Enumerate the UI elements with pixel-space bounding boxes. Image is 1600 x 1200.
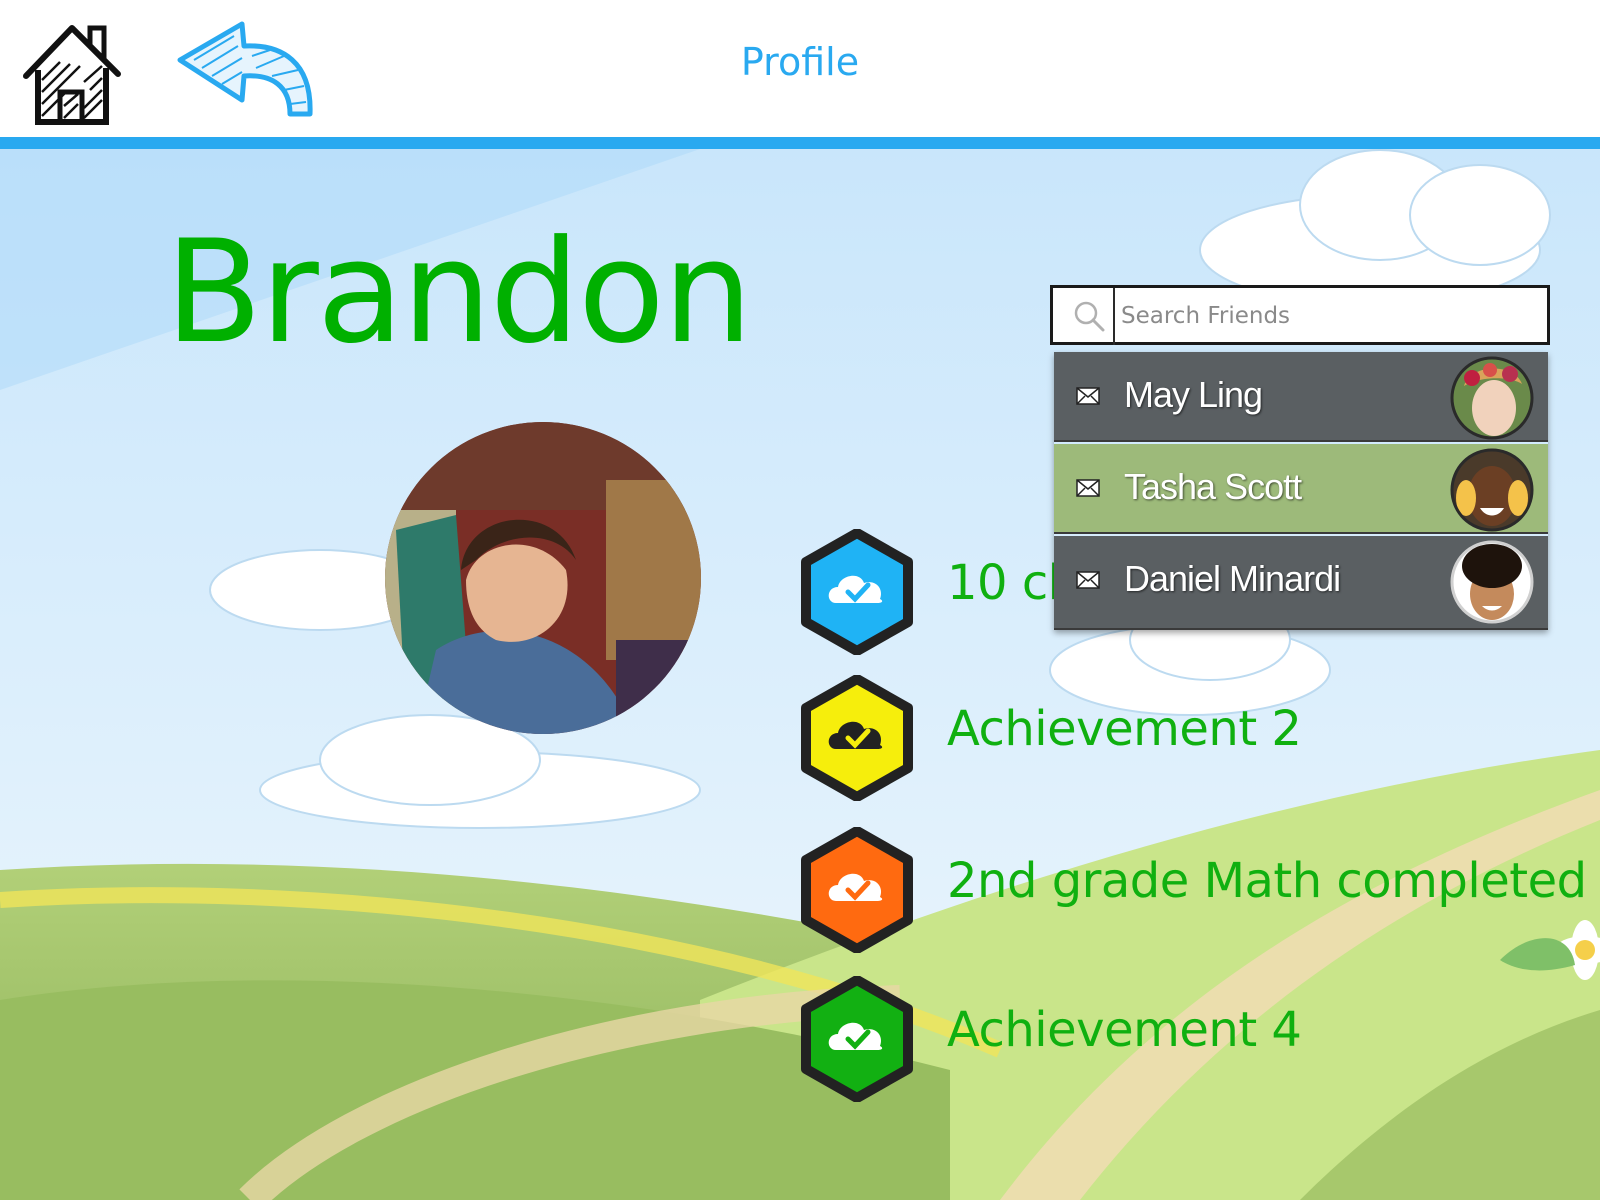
achievement-item: Achievement 4 <box>800 976 1560 1106</box>
friend-avatar <box>1450 448 1534 532</box>
search-friends-input[interactable] <box>1117 292 1545 340</box>
friend-list: May Ling Tasha Scott Daniel Minardi <box>1054 352 1548 630</box>
achievement-label: Achievement 4 <box>947 1002 1302 1058</box>
achievement-item: 2nd grade Math completed <box>800 827 1587 957</box>
friend-row[interactable]: Daniel Minardi <box>1054 536 1548 630</box>
achievement-badge <box>801 675 913 801</box>
achievement-badge <box>801 529 913 655</box>
friend-name: Daniel Minardi <box>1124 558 1341 599</box>
achievement-label: Achievement 2 <box>947 701 1302 757</box>
top-bar: Profile <box>0 0 1600 149</box>
friend-search-box <box>1050 285 1550 345</box>
friend-avatar <box>1450 540 1534 624</box>
avatar <box>385 422 701 734</box>
achievement-badge <box>801 976 913 1102</box>
achievement-item: Achievement 2 <box>800 675 1560 805</box>
mail-icon[interactable] <box>1076 478 1100 498</box>
profile-name: Brandon <box>165 210 753 375</box>
achievement-badge <box>801 827 913 953</box>
mail-icon[interactable] <box>1076 570 1100 590</box>
achievement-label: 2nd grade Math completed <box>947 853 1587 909</box>
friend-row[interactable]: May Ling <box>1054 352 1548 442</box>
profile-screen: Profile Brandon 10 challenges completed <box>0 0 1600 1200</box>
friend-avatar <box>1450 356 1534 440</box>
search-divider <box>1113 288 1115 345</box>
friend-name: May Ling <box>1124 374 1263 415</box>
mail-icon[interactable] <box>1076 386 1100 406</box>
friend-name: Tasha Scott <box>1124 466 1302 507</box>
page-title: Profile <box>740 40 860 84</box>
friend-row[interactable]: Tasha Scott <box>1054 444 1548 534</box>
search-icon <box>1074 301 1105 332</box>
